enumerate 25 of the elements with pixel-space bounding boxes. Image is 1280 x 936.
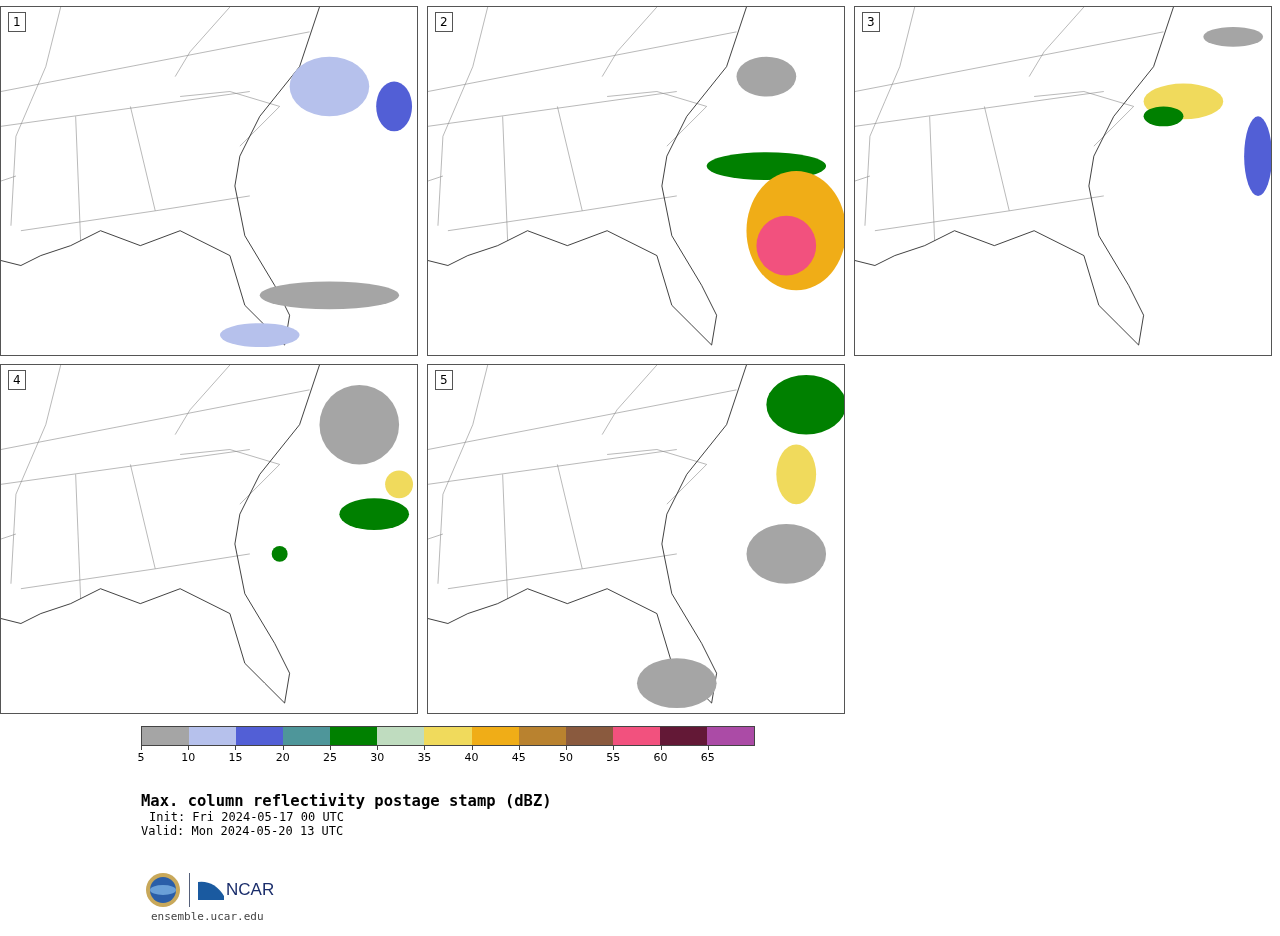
tick-label: 50 — [559, 751, 574, 764]
tick-label: 55 — [606, 751, 621, 764]
tick-label: 10 — [181, 751, 196, 764]
init-time: Init: Fri 2024-05-17 00 UTC — [149, 810, 345, 824]
tick-label: 45 — [511, 751, 526, 764]
valid-time: Valid: Mon 2024-05-20 13 UTC — [141, 824, 344, 838]
chart-title: Max. column reflectivity postage stamp (dBZ) — [141, 792, 553, 810]
swoosh-icon — [198, 880, 224, 900]
panel-number: 5 — [435, 370, 453, 390]
tick-label: 15 — [228, 751, 243, 764]
tick-label: 5 — [137, 751, 145, 764]
website-url: ensemble.ucar.edu — [151, 910, 264, 923]
tick-label: 40 — [464, 751, 479, 764]
tick-label: 65 — [700, 751, 715, 764]
panel-number: 1 — [8, 12, 26, 32]
tick-label: 25 — [322, 751, 337, 764]
panel-number: 3 — [862, 12, 880, 32]
tick-label: 60 — [653, 751, 668, 764]
panel-number: 4 — [8, 370, 26, 390]
panel-number: 2 — [435, 12, 453, 32]
tick-label: 20 — [275, 751, 290, 764]
globe-seal-icon — [145, 872, 181, 908]
tick-label: 30 — [370, 751, 385, 764]
tick-label: 35 — [417, 751, 432, 764]
logo-text: NCAR — [226, 880, 275, 900]
